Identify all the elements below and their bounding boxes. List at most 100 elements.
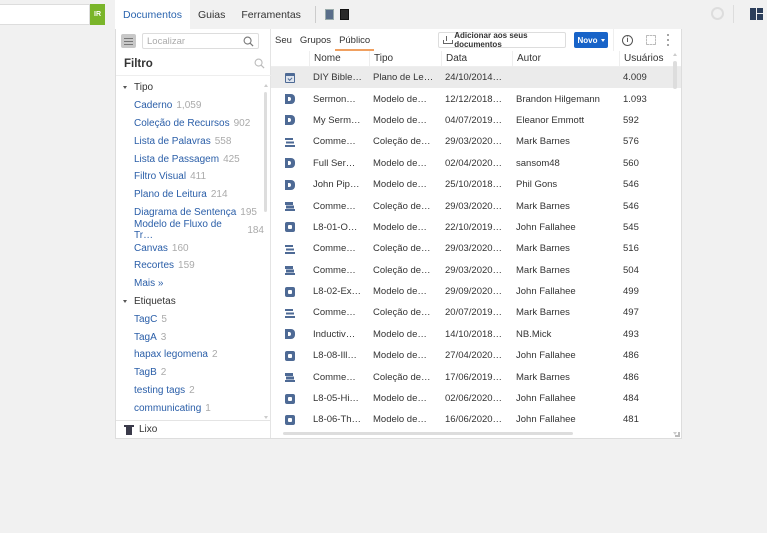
toolbar-divider: [733, 5, 734, 23]
tag-item[interactable]: communicating 1: [116, 399, 264, 417]
column-header-nome[interactable]: Nome: [309, 51, 369, 66]
filter-header: Filtro: [116, 54, 271, 76]
table-row[interactable]: John Pip… Modelo de… 25/10/2018… Phil Gons 5…: [271, 174, 681, 195]
search-icon[interactable]: [243, 36, 254, 47]
tag-item[interactable]: hapax legomena 2: [116, 346, 264, 364]
more-link[interactable]: Mais »: [116, 275, 264, 293]
tab-seu[interactable]: Seu: [271, 29, 296, 51]
menu-icon[interactable]: [121, 34, 136, 48]
scroll-down-arrow-icon[interactable]: [264, 416, 268, 419]
filter-group-tipo[interactable]: Tipo: [116, 79, 264, 97]
cell-type: Coleção de…: [373, 264, 431, 276]
filter-item-count: 902: [233, 117, 251, 129]
tab-documentos[interactable]: Documentos: [115, 0, 190, 29]
documents-panel: Localizar Filtro Tipo Caderno 1,059 Coleç…: [115, 29, 682, 439]
more-options-icon[interactable]: [667, 34, 670, 46]
cell-users: 504: [623, 264, 639, 276]
tag-count: 1: [205, 402, 211, 414]
document-icon: [285, 158, 295, 169]
column-header-tipo[interactable]: Tipo: [369, 51, 441, 66]
filter-item[interactable]: Canvas 160: [116, 239, 264, 257]
search-input[interactable]: Localizar: [142, 33, 259, 49]
table-row[interactable]: L8-08-Ill… Modelo de… 27/04/2020… John Fall…: [271, 345, 681, 366]
info-icon[interactable]: i: [622, 35, 633, 46]
tag-item[interactable]: TagB 2: [116, 364, 264, 382]
phone-icon[interactable]: [339, 9, 349, 20]
table-row[interactable]: L8-06-Th… Modelo de… 16/06/2020… John Falla…: [271, 409, 681, 430]
cell-author: Eleanor Emmott: [516, 114, 585, 126]
cell-author: Mark Barnes: [516, 264, 570, 276]
cast-icon[interactable]: [646, 35, 656, 45]
go-button[interactable]: IR: [90, 4, 105, 25]
table-row[interactable]: Comme… Coleção de… 20/07/2019… Mark Barnes 4…: [271, 302, 681, 323]
tab-grupos[interactable]: Grupos: [296, 29, 335, 51]
column-header-usuarios[interactable]: Usuários: [619, 51, 674, 66]
caret-down-icon: [123, 86, 127, 90]
cell-name: L8-08-Ill…: [313, 350, 357, 362]
cell-type: Modelo de…: [373, 393, 427, 405]
table-row[interactable]: Full Ser… Modelo de… 02/04/2020… sansom48 56…: [271, 153, 681, 174]
book-icon[interactable]: [324, 9, 334, 20]
cell-name: Comme…: [313, 307, 356, 319]
tab-guias[interactable]: Guias: [190, 0, 233, 29]
table-row[interactable]: L8-02-Ex… Modelo de… 29/09/2020… John Falla…: [271, 281, 681, 302]
collection-icon: [285, 244, 295, 254]
cell-author: NB.Mick: [516, 328, 552, 340]
table-row[interactable]: Comme… Coleção de… 29/03/2020… Mark Barnes 5…: [271, 260, 681, 281]
cell-users: 481: [623, 414, 639, 426]
column-header-icon[interactable]: [271, 51, 309, 66]
scroll-thumb[interactable]: [673, 61, 677, 89]
table-horizontal-scrollbar[interactable]: [273, 431, 668, 436]
new-button[interactable]: Novo: [574, 32, 608, 48]
filter-item[interactable]: Lista de Palavras 558: [116, 132, 264, 150]
document-icon: [285, 329, 295, 340]
documents-table: Nome Tipo Data Autor Usuários DIY Bible……: [271, 51, 681, 437]
resize-grip-icon[interactable]: [675, 432, 680, 437]
add-to-documents-button[interactable]: Adicionar aos seus documentos: [438, 31, 566, 49]
table-row[interactable]: Inductiv… Modelo de… 14/10/2018… NB.Mick 493: [271, 324, 681, 345]
tab-publico[interactable]: Público: [335, 29, 375, 51]
layout-icon[interactable]: [750, 8, 763, 20]
filter-item-label: Diagrama de Sentença: [134, 206, 237, 218]
filter-item[interactable]: Plano de Leitura 214: [116, 186, 264, 204]
tag-item[interactable]: TagA 3: [116, 328, 264, 346]
table-row[interactable]: My Serm… Modelo de… 04/07/2019… Eleanor Emm…: [271, 110, 681, 131]
trash-item[interactable]: Lixo: [116, 420, 271, 438]
sidebar-scrollbar[interactable]: [263, 84, 269, 419]
filter-group-etiquetas[interactable]: Etiquetas: [116, 293, 264, 311]
scroll-up-arrow-icon[interactable]: [673, 53, 677, 56]
table-vertical-scrollbar[interactable]: [672, 53, 678, 435]
row-icon-cell: [271, 179, 309, 190]
tag-item[interactable]: testing tags 2: [116, 382, 264, 400]
tab-ferramentas[interactable]: Ferramentas: [233, 0, 309, 29]
tag-item[interactable]: TagC 5: [116, 310, 264, 328]
column-header-data[interactable]: Data: [441, 51, 512, 66]
cell-type: Modelo de…: [373, 179, 427, 191]
table-row[interactable]: Comme… Coleção de… 17/06/2019… Mark Barnes 4…: [271, 366, 681, 387]
filter-item[interactable]: Modelo de Fluxo de Tr… 184: [116, 219, 264, 241]
filter-search-icon[interactable]: [254, 58, 265, 69]
filter-item-label: Recortes: [134, 260, 175, 272]
filter-item[interactable]: Filtro Visual 411: [116, 168, 264, 186]
filter-item[interactable]: Coleção de Recursos 902: [116, 115, 264, 133]
table-row[interactable]: DIY Bible… Plano de Le… 24/10/2014… 4.009: [271, 67, 681, 89]
table-row[interactable]: Comme… Coleção de… 29/03/2020… Mark Barnes 5…: [271, 131, 681, 152]
scroll-up-arrow-icon[interactable]: [264, 84, 268, 87]
table-row[interactable]: Comme… Coleção de… 29/03/2020… Mark Barnes 5…: [271, 195, 681, 216]
table-row[interactable]: Sermon… Modelo de… 12/12/2018… Brandon Hilg…: [271, 88, 681, 109]
top-tabs: Documentos Guias Ferramentas: [115, 0, 352, 29]
cell-author: sansom48: [516, 157, 560, 169]
filter-title: Filtro: [124, 58, 153, 70]
filter-item[interactable]: Caderno 1,059: [116, 97, 264, 115]
table-row[interactable]: L8-01-O… Modelo de… 22/10/2019… John Fallah…: [271, 217, 681, 238]
column-header-autor[interactable]: Autor: [512, 51, 619, 66]
top-search-input[interactable]: [0, 4, 90, 25]
table-row[interactable]: Comme… Coleção de… 29/03/2020… Mark Barnes 5…: [271, 238, 681, 259]
filter-item[interactable]: Lista de Passagem 425: [116, 150, 264, 168]
scroll-thumb[interactable]: [283, 432, 573, 435]
scroll-thumb[interactable]: [264, 92, 267, 212]
search-placeholder: Localizar: [147, 36, 186, 47]
table-row[interactable]: L8-05-Hi… Modelo de… 02/06/2020… John Falla…: [271, 388, 681, 409]
group-label: Etiquetas: [134, 295, 176, 307]
filter-item[interactable]: Recortes 159: [116, 257, 264, 275]
